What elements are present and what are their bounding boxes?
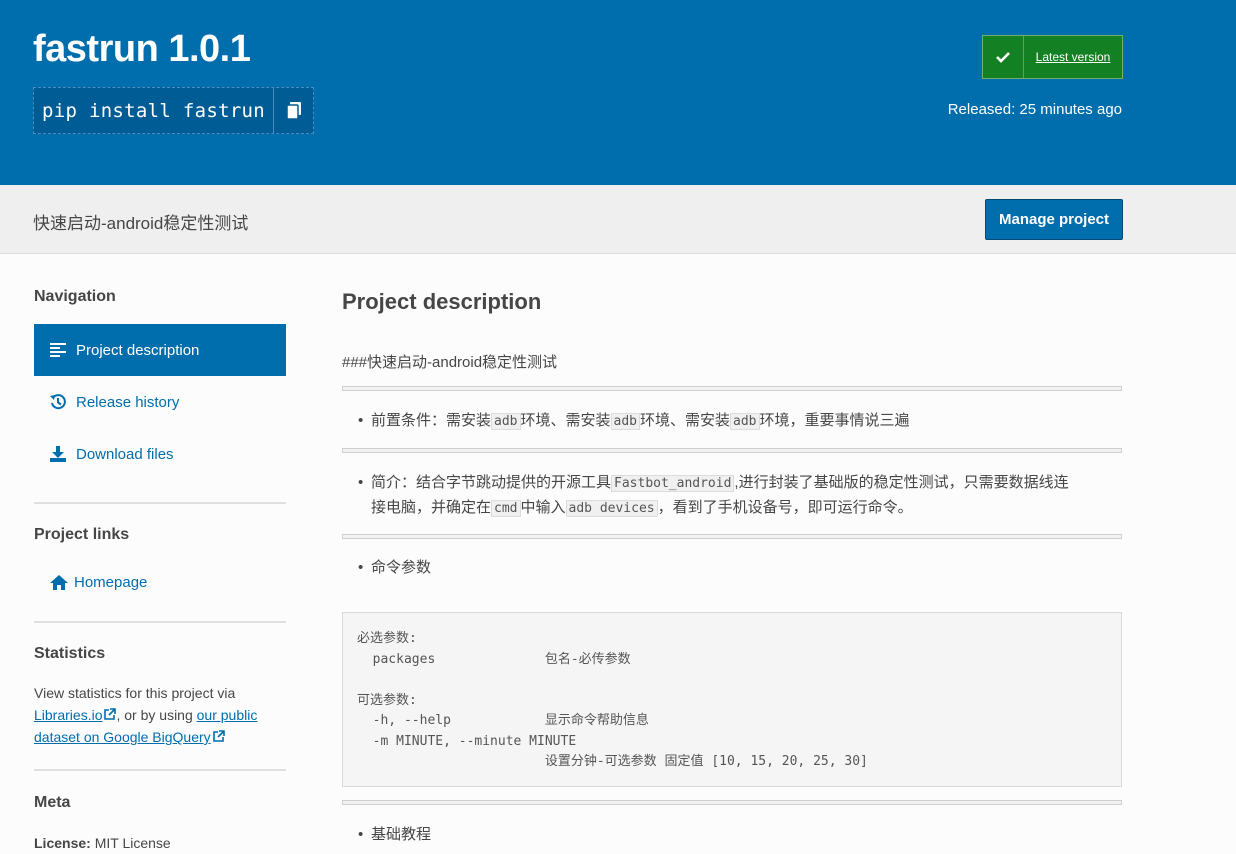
list-item: • 前置条件：需安装 adb 环境、需安装 adb 环境、需安装 adb 环境，重要事情说三… (358, 412, 910, 430)
text: 环境，重要事情说三遍 (759, 412, 910, 429)
divider (34, 502, 286, 504)
code-line: 可选参数: (357, 692, 417, 708)
homepage-link[interactable]: Homepage (34, 556, 286, 608)
text: 中输入 (520, 499, 566, 516)
license-info: License: MIT License (34, 832, 171, 854)
text: 简介：结合字节跳动提供的开源工具 (371, 474, 612, 491)
nav-release-history[interactable]: Release history (34, 376, 286, 428)
stats-text-1: View statistics for this project via (34, 685, 236, 701)
list-item: • 简介：结合字节跳动提供的开源工具 Fastbot_android ,进行封装了基… (358, 474, 1069, 517)
code-line: -h, --help 显示命令帮助信息 (357, 713, 649, 728)
copy-button[interactable] (273, 88, 313, 133)
inline-code: adb (730, 413, 760, 430)
list-item: • 命令参数 (358, 559, 432, 576)
link-label: our public (196, 707, 258, 723)
package-title: fastrun 1.0.1 (33, 28, 251, 70)
check-icon (983, 36, 1023, 78)
inline-code: adb (491, 413, 521, 430)
homepage-label: Homepage (74, 573, 148, 591)
horizontal-rule (342, 448, 1122, 453)
align-left-icon (50, 343, 76, 357)
home-icon (50, 574, 74, 590)
bigquery-link-part2[interactable]: dataset on Google BigQuery (34, 729, 211, 745)
link-label: dataset on Google BigQuery (34, 729, 211, 745)
horizontal-rule (342, 386, 1122, 391)
stats-text-2: , or by using (116, 707, 193, 723)
horizontal-rule (342, 534, 1122, 539)
package-header: fastrun 1.0.1 pip install fastrun Latest… (0, 0, 1236, 185)
text: 环境、需安装 (640, 412, 731, 429)
navigation-heading: Navigation (34, 288, 116, 305)
divider (34, 769, 286, 771)
nav-label: Download files (76, 445, 174, 463)
nav-project-description[interactable]: Project description (34, 324, 286, 376)
libraries-io-link[interactable]: Libraries.io (34, 707, 102, 723)
text: 基础教程 (371, 826, 432, 843)
download-icon (50, 446, 76, 462)
latest-version-button[interactable]: Latest version (982, 35, 1123, 79)
statistics-heading: Statistics (34, 645, 106, 662)
text: ,进行封装了基础版的稳定性测试，只需要数据线连 (734, 474, 1069, 491)
project-links-heading: Project links (34, 526, 130, 543)
code-block: 必选参数: packages 包名-必传参数 可选参数: -h, --help … (342, 612, 1122, 787)
inline-code: adb (610, 413, 640, 430)
text: 环境、需安装 (520, 412, 611, 429)
package-summary-bar: 快速启动-android稳定性测试 Manage project (0, 185, 1236, 254)
meta-heading: Meta (34, 794, 71, 811)
inline-code: Fastbot_android (611, 475, 735, 492)
link-label: Libraries.io (34, 707, 103, 723)
copy-icon (285, 101, 301, 120)
latest-version-label: Latest version (1023, 36, 1122, 78)
external-link-icon (104, 708, 117, 720)
code-line: packages 包名-必传参数 (357, 651, 631, 667)
inline-code: cmd (491, 500, 521, 517)
package-summary: 快速启动-android稳定性测试 (33, 214, 249, 233)
inline-code: adb devices (565, 500, 658, 517)
description-heading: Project description (342, 289, 542, 314)
nav-label: Release history (76, 393, 180, 411)
history-icon (50, 394, 76, 410)
pip-command-box: pip install fastrun (33, 87, 314, 134)
horizontal-rule (342, 800, 1122, 805)
code-line: 必选参数: (357, 631, 417, 646)
nav-label: Project description (76, 341, 200, 359)
nav-download-files[interactable]: Download files (34, 428, 286, 480)
code-line: 设置分钟-可选参数 固定值 [10, 15, 20, 25, 30] (357, 754, 868, 769)
bigquery-link-part1[interactable]: our public (197, 707, 258, 723)
license-value: MIT License (94, 835, 171, 851)
code-line: -m MINUTE, --minute MINUTE (357, 733, 577, 749)
intro-text: ###快速启动-android稳定性测试 (342, 354, 558, 371)
text: 接电脑，并确定在 (371, 499, 492, 516)
text: ，看到了手机设备号，即可运行命令。 (657, 499, 913, 516)
text: 命令参数 (371, 559, 432, 576)
list-item: • 基础教程 (358, 826, 432, 843)
license-label: License: (34, 835, 91, 851)
manage-project-button[interactable]: Manage project (985, 199, 1123, 240)
pip-command[interactable]: pip install fastrun (34, 88, 273, 133)
divider (34, 621, 286, 623)
statistics-text: View statistics for this project via Lib… (34, 682, 286, 748)
release-date: Released: 25 minutes ago (947, 101, 1122, 118)
text: 前置条件：需安装 (371, 412, 492, 429)
external-link-icon (212, 730, 225, 742)
